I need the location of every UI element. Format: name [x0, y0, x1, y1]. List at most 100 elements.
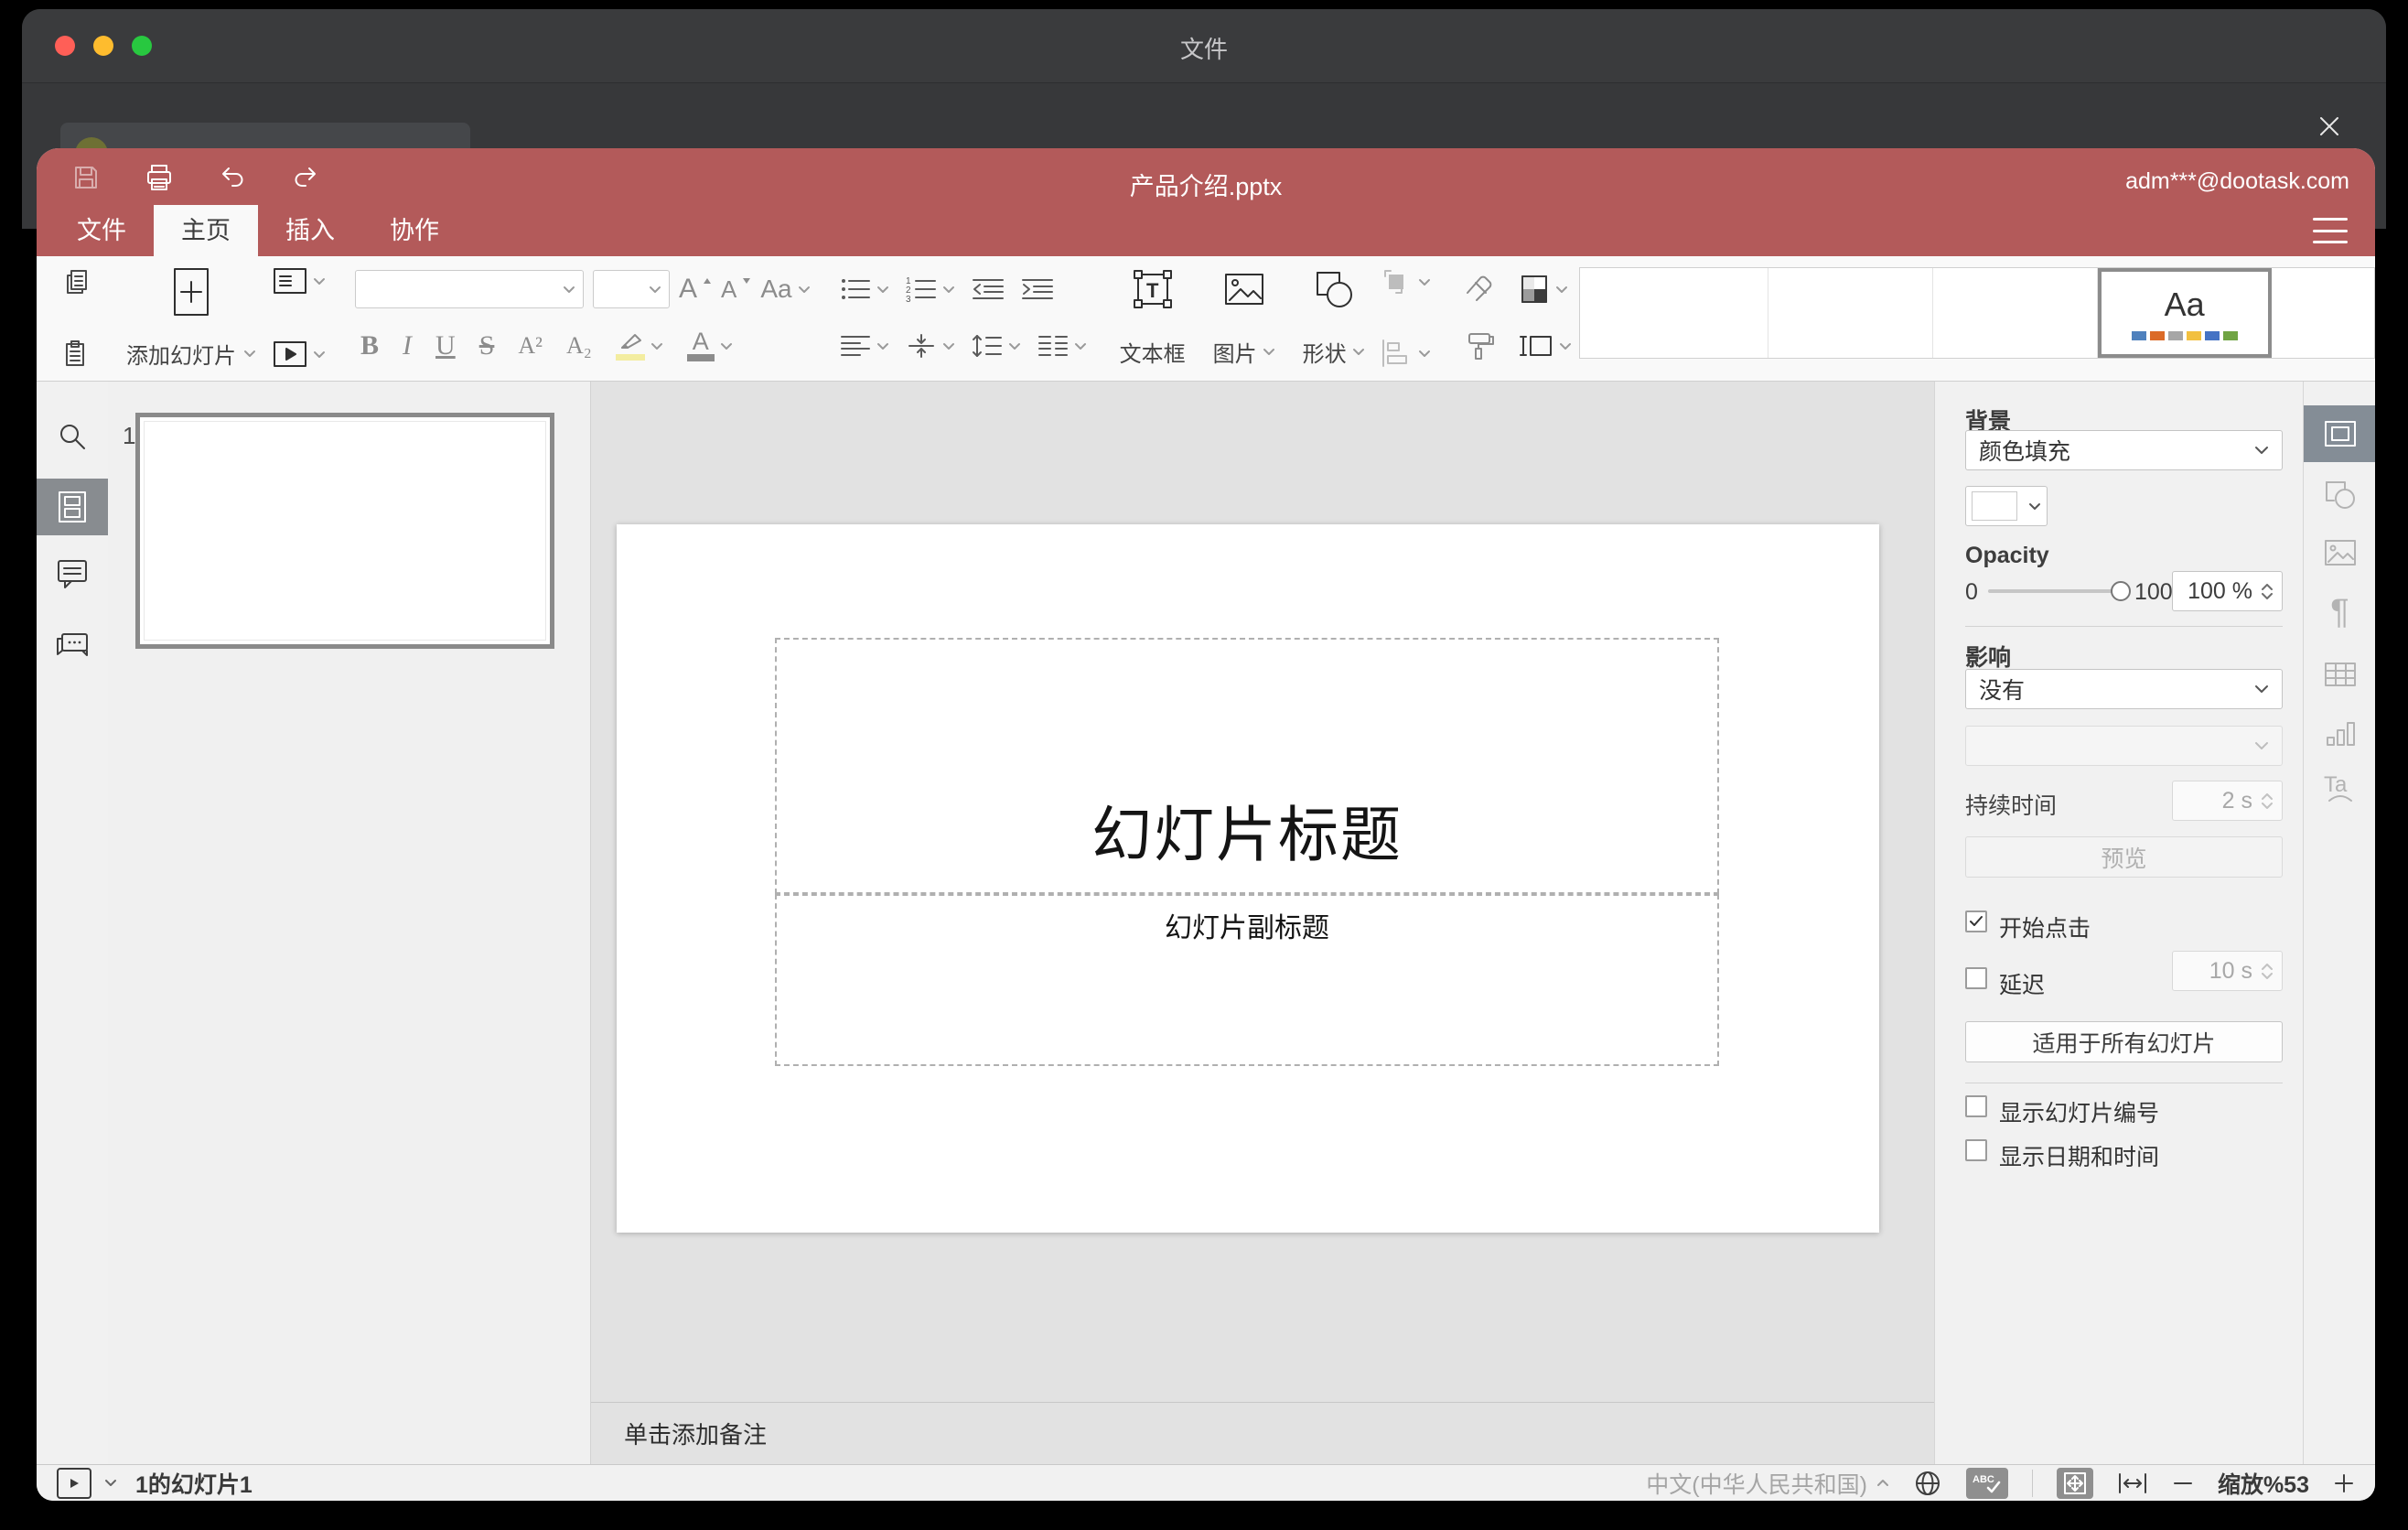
increase-indent-icon[interactable] [1021, 276, 1054, 302]
zoom-out-icon[interactable] [2172, 1472, 2194, 1494]
delay-checkbox[interactable] [1965, 967, 1987, 989]
bullet-list-icon[interactable] [840, 276, 889, 302]
change-case-icon[interactable]: Aa [760, 275, 810, 304]
shape-settings-icon[interactable] [2304, 466, 2375, 523]
start-slideshow-icon[interactable] [273, 340, 326, 368]
superscript-icon[interactable]: A² [518, 332, 543, 360]
highlight-color-icon[interactable] [615, 331, 663, 361]
apply-to-all-slides-button[interactable]: 适用于所有幻灯片 [1965, 1021, 2283, 1062]
start-on-click-checkbox[interactable] [1965, 910, 1987, 932]
theme-tile[interactable] [1580, 268, 1769, 358]
font-name-combo[interactable] [355, 270, 584, 308]
slides-panel-icon[interactable] [37, 479, 108, 535]
zoom-in-icon[interactable] [2333, 1472, 2355, 1494]
tab-home[interactable]: 主页 [154, 205, 258, 256]
search-icon[interactable] [37, 408, 108, 465]
line-spacing-icon[interactable] [972, 333, 1021, 359]
image-settings-icon[interactable] [2304, 524, 2375, 581]
clear-style-icon[interactable] [1464, 275, 1495, 303]
background-color-swatch[interactable] [1965, 486, 2048, 526]
insert-image-button[interactable]: 图片 [1213, 267, 1275, 368]
title-placeholder[interactable]: 幻灯片标题 [775, 638, 1719, 894]
bold-icon[interactable]: B [360, 330, 379, 361]
columns-icon[interactable] [1037, 333, 1087, 359]
vertical-align-icon[interactable] [906, 333, 955, 359]
slideshow-options-chevron-icon[interactable] [104, 1479, 117, 1487]
numbered-list-icon[interactable]: 123 [906, 276, 955, 302]
opacity-min: 0 [1965, 579, 1978, 605]
divider [1965, 626, 2283, 627]
presentation-editor: 产品介绍.pptx adm***@dootask.com 文件 主页 插入 协作… [37, 148, 2375, 1501]
align-shape-icon[interactable] [1380, 339, 1431, 368]
language-selector[interactable]: 中文(中华人民共和国) [1646, 1467, 1889, 1500]
fit-to-width-icon[interactable] [2117, 1471, 2148, 1495]
spellcheck-icon[interactable]: ABC [1965, 1467, 2008, 1499]
table-settings-icon[interactable] [2304, 646, 2375, 703]
svg-text:3: 3 [906, 295, 911, 302]
theme-gallery: Aa [1578, 267, 2375, 359]
paste-icon[interactable] [62, 339, 91, 368]
delay-label: 延迟 [1999, 973, 2046, 998]
close-icon[interactable] [2309, 106, 2349, 146]
tab-insert[interactable]: 插入 [258, 205, 362, 256]
theme-tile[interactable] [2272, 268, 2374, 358]
notes-area[interactable]: 单击添加备注 [591, 1402, 1934, 1464]
theme-tile-selected[interactable]: Aa [2097, 268, 2272, 358]
tab-file[interactable]: 文件 [49, 205, 154, 256]
comments-icon[interactable] [37, 545, 108, 602]
theme-tile[interactable] [1768, 268, 1933, 358]
fit-to-slide-icon[interactable] [2056, 1467, 2093, 1499]
effect-select[interactable]: 没有 [1965, 669, 2283, 709]
decrease-font-icon[interactable]: A [721, 275, 751, 304]
arrange-shape-icon[interactable] [1380, 267, 1431, 296]
tab-collaboration[interactable]: 协作 [362, 205, 467, 256]
duration-spinner: 2 s [2172, 781, 2283, 821]
font-size-combo[interactable] [593, 270, 670, 308]
decrease-indent-icon[interactable] [972, 276, 1005, 302]
underline-icon[interactable]: U [435, 330, 456, 361]
opacity-label: Opacity [1965, 543, 2049, 568]
slide-title-text: 幻灯片标题 [1091, 801, 1403, 868]
background-fill-select[interactable]: 颜色填充 [1965, 430, 2283, 470]
theme-tile[interactable] [1933, 268, 2098, 358]
color-scheme-icon[interactable] [1519, 275, 1568, 304]
show-date-time-checkbox[interactable] [1965, 1139, 1987, 1161]
titlebar: 文件 [22, 9, 2386, 83]
text-art-settings-icon[interactable]: Ta [2304, 760, 2375, 817]
opacity-spinner[interactable]: 100 % [2172, 571, 2283, 611]
chat-icon[interactable] [37, 619, 108, 675]
show-slide-number-checkbox[interactable] [1965, 1095, 1987, 1117]
opacity-slider-knob[interactable] [2111, 581, 2131, 601]
font-color-icon[interactable]: A [686, 329, 733, 361]
editor-header: 产品介绍.pptx adm***@dootask.com 文件 主页 插入 协作 [37, 148, 2375, 256]
start-slideshow-status-icon[interactable] [57, 1467, 91, 1499]
slide-settings-icon[interactable] [2304, 405, 2375, 462]
subscript-icon[interactable]: A₂ [566, 332, 592, 360]
copy-style-icon[interactable] [1464, 331, 1495, 361]
slide-subtitle-text: 幻灯片副标题 [1165, 913, 1329, 943]
chart-settings-icon[interactable] [2304, 706, 2375, 762]
slide[interactable]: 幻灯片标题 幻灯片副标题 [617, 524, 1879, 1233]
opacity-slider-track[interactable] [1988, 589, 2123, 593]
slide-size-icon[interactable] [1519, 331, 1572, 361]
add-slide-button[interactable]: 添加幻灯片 [117, 265, 265, 370]
insert-shape-button[interactable]: 形状 [1303, 267, 1365, 368]
opacity-max: 100 [2134, 579, 2173, 605]
increase-font-icon[interactable]: A [679, 274, 712, 305]
horizontal-align-icon[interactable] [840, 333, 889, 359]
slide-thumbnail[interactable] [135, 413, 554, 649]
hamburger-menu-icon[interactable] [2313, 218, 2348, 243]
insert-text-box-button[interactable]: T 文本框 [1120, 267, 1186, 368]
document-language-globe-icon[interactable] [1913, 1469, 1942, 1498]
account-email: adm***@dootask.com [2125, 168, 2349, 194]
copy-icon[interactable] [62, 267, 91, 296]
slide-layout-icon[interactable] [273, 267, 326, 295]
svg-text:Ta: Ta [2324, 772, 2348, 797]
effect-type-select [1965, 726, 2283, 766]
paragraph-settings-icon[interactable]: ¶ [2304, 584, 2375, 641]
italic-icon[interactable]: I [403, 330, 412, 361]
slide-thumbnail-number: 1 [123, 422, 136, 449]
effect-label: 影响 [1965, 645, 2012, 671]
strikeout-icon[interactable]: S [479, 330, 495, 361]
subtitle-placeholder[interactable]: 幻灯片副标题 [775, 894, 1719, 1066]
